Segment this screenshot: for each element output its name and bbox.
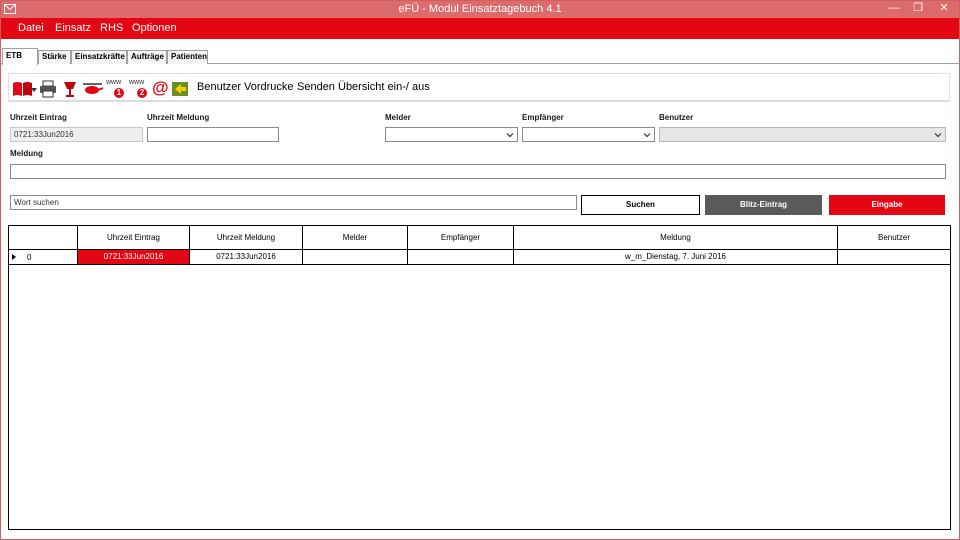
- column-header[interactable]: Empfänger: [408, 226, 514, 250]
- table-cell[interactable]: [838, 250, 950, 265]
- chevron-down-icon: [934, 133, 942, 138]
- main-window: eFÜ - Modul Einsatztagebuch 4.1 — ❐ ✕ Da…: [0, 0, 960, 540]
- tab-einsatzkraefte[interactable]: Einsatzkräfte: [71, 50, 127, 64]
- column-header[interactable]: Uhrzeit Eintrag: [78, 226, 190, 250]
- suchen-button[interactable]: Suchen: [581, 195, 700, 215]
- search-input[interactable]: Wort suchen: [10, 195, 577, 210]
- table-cell[interactable]: 0721:33Jun2016: [190, 250, 303, 265]
- chevron-down-icon: [643, 133, 651, 138]
- tab-staerke[interactable]: Stärke: [38, 50, 71, 64]
- toolbar: www 1 www 2 @ Benutzer Vordrucke Senden …: [8, 73, 950, 102]
- table-cell[interactable]: 0721:33Jun2016: [78, 250, 190, 265]
- melder-select[interactable]: [385, 127, 518, 142]
- column-header[interactable]: Meldung: [514, 226, 838, 250]
- menu-datei[interactable]: Datei: [18, 22, 44, 34]
- title-bar: eFÜ - Modul Einsatztagebuch 4.1 — ❐ ✕: [1, 1, 959, 18]
- column-header[interactable]: Uhrzeit Meldung: [190, 226, 303, 250]
- column-header[interactable]: Melder: [303, 226, 408, 250]
- maximize-button[interactable]: ❐: [907, 1, 929, 18]
- table-row[interactable]: [9, 250, 78, 265]
- melder-label: Melder: [385, 113, 411, 122]
- empfaenger-select[interactable]: [522, 127, 655, 142]
- helicopter-icon[interactable]: [82, 80, 104, 98]
- at-sign-icon[interactable]: @: [152, 78, 169, 98]
- chevron-down-icon: [506, 133, 514, 138]
- eingabe-button[interactable]: Eingabe: [829, 195, 945, 215]
- empfaenger-label: Empfänger: [522, 113, 564, 122]
- printer-icon[interactable]: [39, 80, 57, 98]
- blitz-eintrag-button[interactable]: Blitz-Eintrag: [705, 195, 822, 215]
- www-label: www: [129, 79, 145, 86]
- minimize-button[interactable]: —: [881, 1, 907, 18]
- tab-patienten[interactable]: Patienten: [167, 50, 208, 64]
- export-icon[interactable]: [171, 80, 189, 98]
- meldung-label: Meldung: [10, 149, 43, 158]
- dropdown-arrow-icon[interactable]: [31, 88, 37, 92]
- tab-strip: ETB Stärke Einsatzkräfte Aufträge Patien…: [1, 48, 959, 65]
- row-header-corner: [9, 226, 78, 250]
- benutzer-button[interactable]: Benutzer: [197, 81, 241, 93]
- benutzer-label: Benutzer: [659, 113, 694, 122]
- table-cell[interactable]: [303, 250, 408, 265]
- table-cell[interactable]: w_m_Dienstag, 7. Juni 2016: [514, 250, 838, 265]
- menu-rhs[interactable]: RHS: [100, 22, 123, 34]
- uebersicht-toggle-button[interactable]: Übersicht ein-/ aus: [338, 81, 430, 93]
- uhrzeit-meldung-field[interactable]: [147, 127, 279, 142]
- badge-1: 1: [114, 88, 124, 98]
- table-cell[interactable]: [408, 250, 514, 265]
- badge-2: 2: [137, 88, 147, 98]
- www-1-icon[interactable]: www 1: [106, 79, 130, 99]
- meldung-field[interactable]: [10, 164, 946, 179]
- row-index: 0: [27, 253, 32, 262]
- benutzer-select: [659, 127, 946, 142]
- www-2-icon[interactable]: www 2: [129, 79, 153, 99]
- column-header[interactable]: Benutzer: [838, 226, 950, 250]
- uhrzeit-eintrag-field: 0721:33Jun2016: [10, 127, 143, 142]
- menu-einsatz[interactable]: Einsatz: [55, 22, 91, 34]
- close-button[interactable]: ✕: [929, 1, 959, 18]
- cup-icon[interactable]: [61, 80, 79, 98]
- uhrzeit-eintrag-label: Uhrzeit Eintrag: [10, 113, 67, 122]
- vordrucke-button[interactable]: Vordrucke: [244, 81, 294, 93]
- tab-auftraege[interactable]: Aufträge: [127, 50, 167, 64]
- menu-bar: Datei Einsatz RHS Optionen: [1, 18, 959, 39]
- tab-etb[interactable]: ETB: [2, 48, 38, 65]
- www-label: www: [106, 79, 122, 86]
- uhrzeit-meldung-label: Uhrzeit Meldung: [147, 113, 210, 122]
- menu-optionen[interactable]: Optionen: [132, 22, 177, 34]
- window-title: eFÜ - Modul Einsatztagebuch 4.1: [398, 3, 562, 15]
- etb-table: Uhrzeit Eintrag Uhrzeit Meldung Melder E…: [8, 225, 951, 530]
- senden-button[interactable]: Senden: [297, 81, 335, 93]
- current-row-icon: [12, 254, 16, 260]
